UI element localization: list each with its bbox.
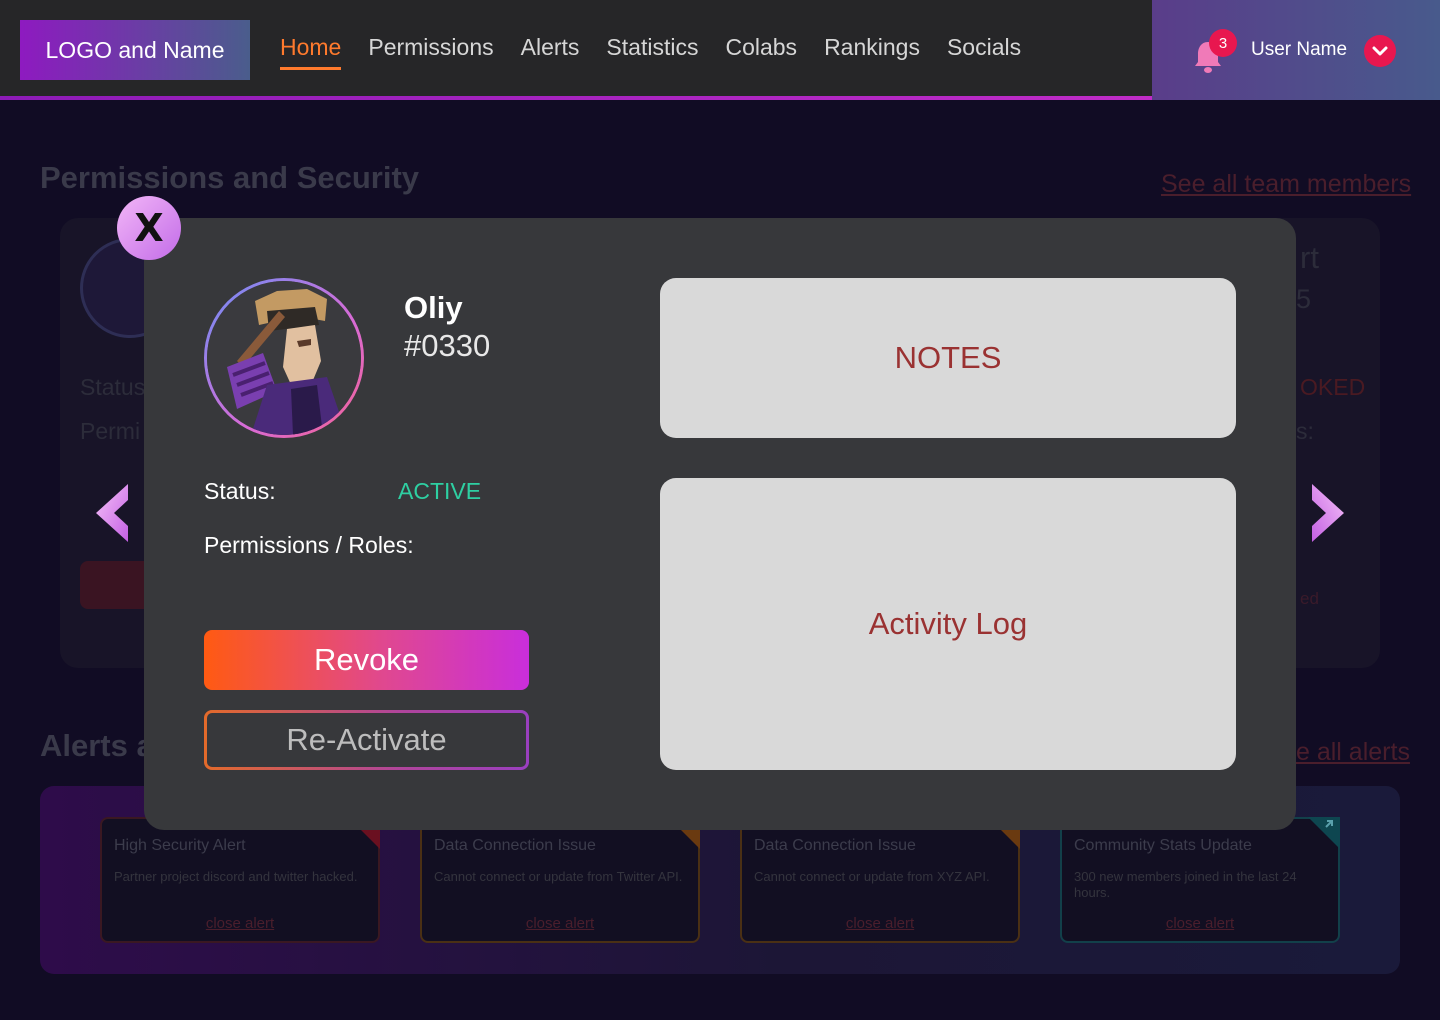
nav-alerts[interactable]: Alerts [521, 34, 580, 70]
previous-arrow-icon[interactable] [92, 482, 132, 544]
user-name[interactable]: User Name [1251, 39, 1347, 61]
see-all-alerts-link[interactable]: e all alerts [1296, 738, 1410, 767]
alert-title: Data Connection Issue [434, 837, 596, 854]
nav-permissions[interactable]: Permissions [368, 34, 493, 70]
nav-socials[interactable]: Socials [947, 34, 1021, 70]
card-permissions-label: Permi [80, 418, 141, 444]
close-alert-link[interactable]: close alert [742, 915, 1018, 932]
close-alert-link[interactable]: close alert [1062, 915, 1338, 932]
close-modal-button[interactable]: X [117, 196, 181, 260]
close-alert-link[interactable]: close alert [102, 915, 378, 932]
alert-body: 300 new members joined in the last 24 ho… [1074, 869, 1297, 900]
main-nav: Home Permissions Alerts Statistics Colab… [280, 34, 1021, 70]
alert-title: High Security Alert [114, 837, 246, 854]
alert-card: Data Connection Issue Cannot connect or … [740, 817, 1020, 943]
logo[interactable]: LOGO and Name [20, 20, 250, 80]
card-status-label: Status [80, 374, 146, 400]
member-tag: #0330 [404, 328, 491, 363]
avatar-image [207, 281, 361, 435]
card-right-title: rt [1300, 240, 1319, 275]
notes-label: NOTES [894, 340, 1002, 375]
alert-title: Data Connection Issue [754, 837, 916, 854]
alert-body: Cannot connect or update from Twitter AP… [434, 869, 683, 884]
status-badge: ACTIVE [398, 478, 482, 504]
activity-log-label: Activity Log [868, 606, 1028, 641]
nav-colabs[interactable]: Colabs [725, 34, 797, 70]
card-right-permissions: s: [1296, 418, 1314, 444]
card-right-number: 5 [1296, 284, 1312, 314]
see-all-members-link[interactable]: See all team members [1161, 170, 1411, 199]
notification-badge: 3 [1209, 29, 1237, 57]
nav-rankings[interactable]: Rankings [824, 34, 920, 70]
alerts-title: Alerts a [40, 728, 154, 763]
card-right-button-text: ed [1300, 589, 1319, 608]
alert-title: Community Stats Update [1074, 837, 1252, 854]
notes-panel[interactable]: NOTES [660, 278, 1236, 438]
nav-home[interactable]: Home [280, 34, 342, 70]
alert-body: Cannot connect or update from XYZ API. [754, 869, 990, 884]
alert-card: Community Stats Update 300 new members j… [1060, 817, 1340, 943]
member-name: Oliy [404, 290, 463, 325]
header-underline [0, 96, 1152, 100]
nav-statistics[interactable]: Statistics [606, 34, 698, 70]
alert-card: Data Connection Issue Cannot connect or … [420, 817, 700, 943]
alert-body: Partner project discord and twitter hack… [114, 869, 358, 884]
top-nav-bar: LOGO and Name Home Permissions Alerts St… [0, 0, 1440, 100]
next-arrow-icon[interactable] [1308, 482, 1348, 544]
status-label: Status: [204, 478, 276, 504]
section-title: Permissions and Security [40, 160, 420, 195]
chevron-down-icon[interactable] [1364, 35, 1396, 67]
revoke-button[interactable]: Revoke [204, 630, 529, 690]
reactivate-button[interactable]: Re-Activate [204, 710, 529, 770]
alert-card: High Security Alert Partner project disc… [100, 817, 380, 943]
activity-log-panel[interactable]: Activity Log [660, 478, 1236, 770]
close-alert-link[interactable]: close alert [422, 915, 698, 932]
permissions-label: Permissions / Roles: [204, 532, 414, 558]
expand-icon[interactable] [1308, 817, 1340, 849]
avatar [204, 278, 364, 438]
card-right-status: OKED [1300, 374, 1366, 400]
